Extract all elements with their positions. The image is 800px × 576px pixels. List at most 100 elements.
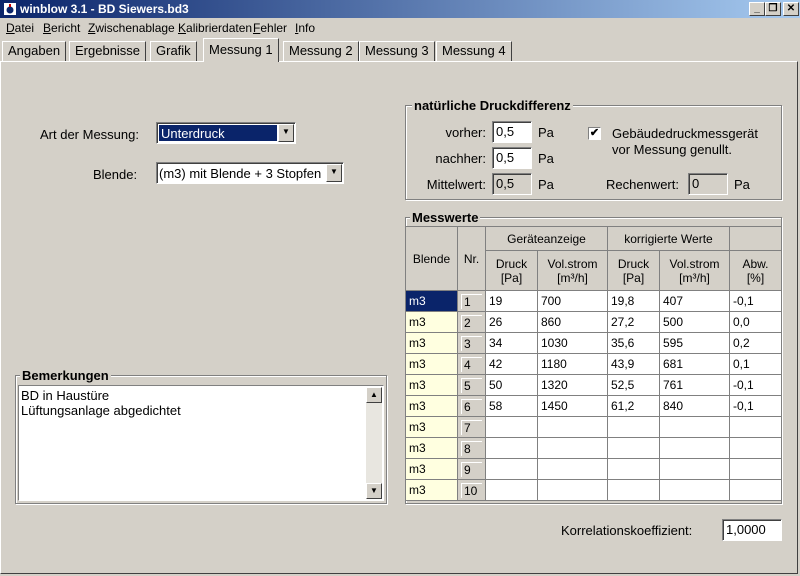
- chevron-down-icon[interactable]: ▼: [278, 124, 294, 142]
- tab-angaben[interactable]: Angaben: [2, 41, 67, 61]
- tab-messung-1[interactable]: Messung 1: [203, 38, 279, 62]
- tab-ergebnisse[interactable]: Ergebnisse: [69, 41, 147, 61]
- cell-korr-volstrom[interactable]: 761: [659, 374, 730, 396]
- cell-korr-druck[interactable]: [607, 458, 660, 480]
- cell-druck[interactable]: 58: [485, 395, 538, 417]
- cell-korr-volstrom[interactable]: [659, 416, 730, 438]
- cell-druck[interactable]: [485, 416, 538, 438]
- cell-blende[interactable]: m3: [405, 332, 458, 354]
- cell-blende[interactable]: m3: [405, 395, 458, 417]
- cell-nr[interactable]: 9: [457, 458, 486, 480]
- cell-korr-volstrom[interactable]: 500: [659, 311, 730, 333]
- table-row[interactable]: m3 6 58 1450 61,2 840 -0,1: [405, 395, 782, 417]
- cell-druck[interactable]: 34: [485, 332, 538, 354]
- cell-korr-druck[interactable]: 43,9: [607, 353, 660, 375]
- cell-abweichung[interactable]: -0,1: [729, 290, 782, 312]
- cell-volstrom[interactable]: [537, 479, 608, 501]
- cell-korr-volstrom[interactable]: 840: [659, 395, 730, 417]
- cell-abweichung[interactable]: 0,2: [729, 332, 782, 354]
- cell-korr-volstrom[interactable]: 407: [659, 290, 730, 312]
- cell-abweichung[interactable]: [729, 479, 782, 501]
- cell-volstrom[interactable]: [537, 458, 608, 480]
- menu-bericht[interactable]: Bericht: [43, 21, 80, 35]
- cell-blende[interactable]: m3: [405, 290, 458, 312]
- scroll-up-icon[interactable]: ▲: [366, 387, 382, 403]
- cell-korr-druck[interactable]: 52,5: [607, 374, 660, 396]
- table-row[interactable]: m3 5 50 1320 52,5 761 -0,1: [405, 374, 782, 396]
- cell-druck[interactable]: 50: [485, 374, 538, 396]
- table-row[interactable]: m3 2 26 860 27,2 500 0,0: [405, 311, 782, 333]
- cell-blende[interactable]: m3: [405, 416, 458, 438]
- cell-druck[interactable]: [485, 479, 538, 501]
- chevron-down-icon[interactable]: ▼: [326, 164, 342, 182]
- cell-korr-druck[interactable]: 27,2: [607, 311, 660, 333]
- tab-messung-4[interactable]: Messung 4: [436, 41, 512, 61]
- cell-nr[interactable]: 8: [457, 437, 486, 459]
- cell-volstrom[interactable]: 1320: [537, 374, 608, 396]
- table-row[interactable]: m3 8: [405, 437, 782, 459]
- cell-korr-volstrom[interactable]: 595: [659, 332, 730, 354]
- cell-abweichung[interactable]: -0,1: [729, 374, 782, 396]
- cell-druck[interactable]: [485, 437, 538, 459]
- menu-kalibrierdaten[interactable]: Kalibrierdaten: [178, 21, 252, 35]
- bemerkungen-textarea[interactable]: BD in Haustüre Lüftungsanlage abgedichte…: [18, 385, 384, 501]
- tab-messung-2[interactable]: Messung 2: [283, 41, 359, 61]
- blende-select[interactable]: (m3) mit Blende + 3 Stopfen ▼: [156, 162, 344, 184]
- menu-datei[interactable]: Datei: [6, 21, 34, 35]
- cell-nr[interactable]: 6: [457, 395, 486, 417]
- art-select[interactable]: Unterdruck ▼: [156, 122, 296, 144]
- table-row[interactable]: m3 3 34 1030 35,6 595 0,2: [405, 332, 782, 354]
- cell-druck[interactable]: 26: [485, 311, 538, 333]
- cell-blende[interactable]: m3: [405, 437, 458, 459]
- cell-abweichung[interactable]: 0,0: [729, 311, 782, 333]
- tab-grafik[interactable]: Grafik: [150, 41, 197, 61]
- cell-korr-druck[interactable]: [607, 437, 660, 459]
- table-row[interactable]: m3 9: [405, 458, 782, 480]
- tab-messung-3[interactable]: Messung 3: [359, 41, 435, 61]
- cell-korr-druck[interactable]: [607, 479, 660, 501]
- cell-nr[interactable]: 1: [457, 290, 486, 312]
- table-row[interactable]: m3 4 42 1180 43,9 681 0,1: [405, 353, 782, 375]
- table-row[interactable]: m3 7: [405, 416, 782, 438]
- cell-korr-volstrom[interactable]: 681: [659, 353, 730, 375]
- cell-korr-druck[interactable]: [607, 416, 660, 438]
- cell-druck[interactable]: 42: [485, 353, 538, 375]
- cell-korr-volstrom[interactable]: [659, 479, 730, 501]
- cell-volstrom[interactable]: 1450: [537, 395, 608, 417]
- cell-nr[interactable]: 7: [457, 416, 486, 438]
- cell-korr-volstrom[interactable]: [659, 437, 730, 459]
- cell-nr[interactable]: 5: [457, 374, 486, 396]
- cell-volstrom[interactable]: 700: [537, 290, 608, 312]
- cell-blende[interactable]: m3: [405, 353, 458, 375]
- cell-volstrom[interactable]: [537, 416, 608, 438]
- cell-volstrom[interactable]: 1030: [537, 332, 608, 354]
- scroll-down-icon[interactable]: ▼: [366, 483, 382, 499]
- cell-korr-volstrom[interactable]: [659, 458, 730, 480]
- cell-abweichung[interactable]: [729, 416, 782, 438]
- cell-korr-druck[interactable]: 35,6: [607, 332, 660, 354]
- cell-korr-druck[interactable]: 61,2: [607, 395, 660, 417]
- cell-blende[interactable]: m3: [405, 374, 458, 396]
- cell-nr[interactable]: 2: [457, 311, 486, 333]
- table-row[interactable]: m3 10: [405, 479, 782, 501]
- memo-scrollbar[interactable]: ▲ ▼: [366, 387, 382, 499]
- title-bar[interactable]: winblow 3.1 - BD Siewers.bd3 _ ❐ ✕: [0, 0, 800, 18]
- cell-korr-druck[interactable]: 19,8: [607, 290, 660, 312]
- menu-info[interactable]: Info: [295, 21, 315, 35]
- cell-volstrom[interactable]: 860: [537, 311, 608, 333]
- cell-blende[interactable]: m3: [405, 458, 458, 480]
- cell-nr[interactable]: 10: [457, 479, 486, 501]
- cell-volstrom[interactable]: 1180: [537, 353, 608, 375]
- restore-button[interactable]: ❐: [765, 2, 781, 16]
- cell-nr[interactable]: 3: [457, 332, 486, 354]
- genullt-checkbox[interactable]: ✔: [588, 127, 601, 140]
- cell-nr[interactable]: 4: [457, 353, 486, 375]
- cell-abweichung[interactable]: -0,1: [729, 395, 782, 417]
- cell-druck[interactable]: 19: [485, 290, 538, 312]
- cell-blende[interactable]: m3: [405, 311, 458, 333]
- close-button[interactable]: ✕: [783, 2, 799, 16]
- vorher-input[interactable]: 0,5: [492, 121, 532, 143]
- table-row[interactable]: m3 1 19 700 19,8 407 -0,1: [405, 290, 782, 312]
- menu-fehler[interactable]: Fehler: [253, 21, 287, 35]
- menu-zwischenablage[interactable]: Zwischenablage: [88, 21, 175, 35]
